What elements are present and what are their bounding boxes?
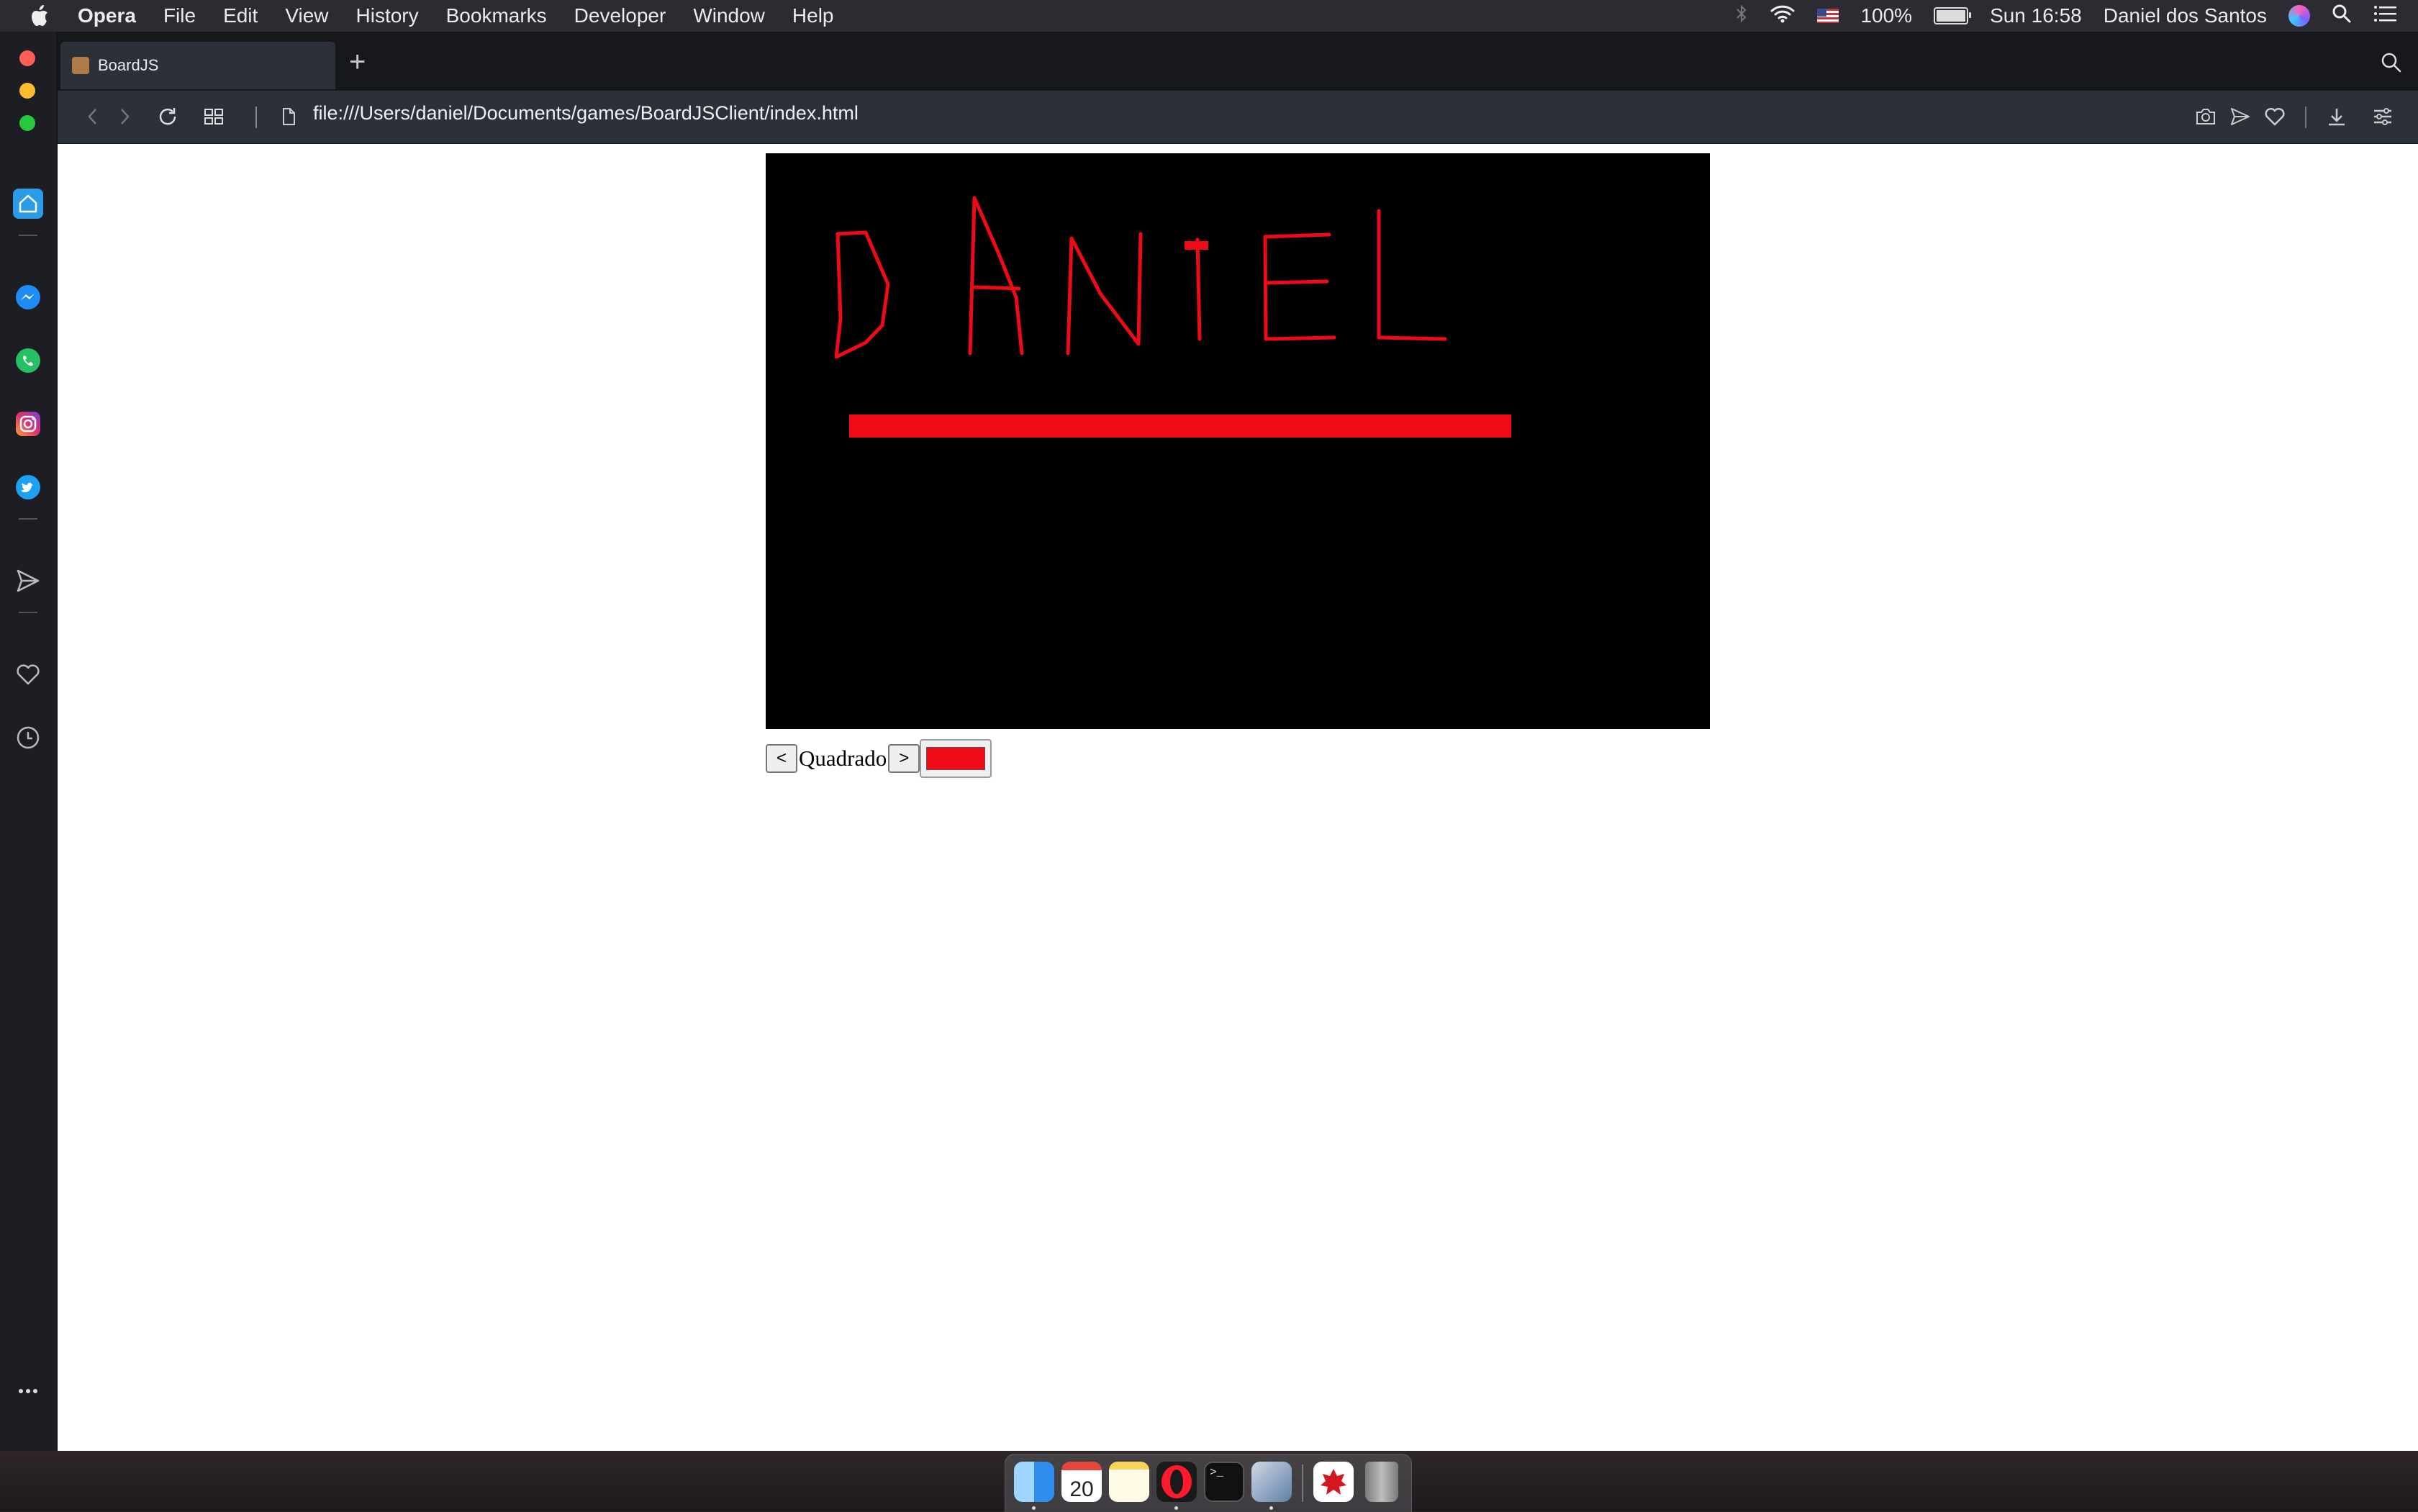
reload-icon[interactable] <box>155 104 180 130</box>
easy-setup-menu-icon[interactable] <box>2371 104 2395 130</box>
bookmark-heart-icon[interactable] <box>2263 104 2287 130</box>
xcode-icon[interactable] <box>1251 1462 1292 1502</box>
tab-bar: BoardJS + <box>58 32 2418 91</box>
notification-center-icon[interactable] <box>2373 4 2396 28</box>
drawing-controls: < Quadrado > <box>766 739 992 778</box>
prev-shape-button[interactable]: < <box>766 744 797 773</box>
clock[interactable]: Sun 16:58 <box>1990 4 2082 27</box>
more-icon[interactable] <box>13 1376 43 1406</box>
menu-window[interactable]: Window <box>693 4 765 27</box>
tab-boardjs[interactable]: BoardJS <box>60 42 335 89</box>
menu-help[interactable]: Help <box>792 4 834 27</box>
terminal-icon[interactable]: >_ <box>1204 1462 1244 1502</box>
twitter-icon[interactable] <box>13 472 43 502</box>
history-clock-icon[interactable] <box>13 723 43 753</box>
calendar-icon[interactable]: 20 <box>1061 1462 1102 1502</box>
flow-send-icon[interactable] <box>13 566 43 596</box>
dock: 20 >_ <box>1005 1454 1412 1512</box>
sidebar-divider <box>19 235 37 236</box>
handwritten-daniel-drawing <box>834 196 1447 359</box>
home-icon[interactable] <box>13 189 43 219</box>
send-to-flow-icon[interactable] <box>2228 104 2252 130</box>
finder-icon[interactable] <box>1014 1462 1054 1502</box>
minimize-window-button[interactable] <box>19 83 35 99</box>
bluetooth-icon[interactable] <box>1735 4 1748 29</box>
messenger-icon[interactable] <box>13 282 43 312</box>
instagram-icon[interactable] <box>13 409 43 439</box>
menu-bar: Opera File Edit View History Bookmarks D… <box>0 0 2418 32</box>
opera-icon[interactable] <box>1156 1462 1197 1502</box>
opera-sidebar <box>0 32 58 1451</box>
zoom-window-button[interactable] <box>19 115 35 131</box>
tab-search-icon[interactable] <box>2381 52 2402 77</box>
sidebar-divider <box>19 612 37 613</box>
address-bar[interactable]: file:///Users/daniel/Documents/games/Boa… <box>313 102 859 125</box>
snapshot-camera-icon[interactable] <box>2193 104 2218 130</box>
color-picker[interactable] <box>920 739 992 778</box>
shape-label: Quadrado <box>799 746 887 771</box>
tab-title: BoardJS <box>98 56 159 74</box>
siri-icon[interactable] <box>2288 5 2310 27</box>
next-shape-button[interactable]: > <box>888 744 920 773</box>
new-tab-button[interactable]: + <box>349 47 366 76</box>
menu-app-name[interactable]: Opera <box>78 4 136 27</box>
user-name[interactable]: Daniel dos Santos <box>2104 4 2267 27</box>
heart-icon[interactable] <box>13 659 43 689</box>
running-indicator <box>1269 1506 1273 1510</box>
sidebar-divider <box>19 518 37 520</box>
running-indicator <box>1174 1506 1178 1510</box>
menu-bookmarks[interactable]: Bookmarks <box>446 4 547 27</box>
menu-view[interactable]: View <box>285 4 328 27</box>
toolbar-divider <box>255 107 257 128</box>
toolbar-divider <box>2305 107 2306 128</box>
wifi-icon[interactable] <box>1770 4 1796 29</box>
menu-developer[interactable]: Developer <box>574 4 666 27</box>
color-swatch <box>926 747 986 770</box>
menu-file[interactable]: File <box>163 4 196 27</box>
i-dot-rectangle <box>1185 241 1208 250</box>
drawing-canvas[interactable] <box>766 153 1710 729</box>
calendar-day: 20 <box>1069 1477 1094 1501</box>
acrobat-icon[interactable] <box>1313 1462 1354 1502</box>
red-bar-rectangle <box>849 415 1511 438</box>
browser-window: BoardJS + file:///Users/daniel/Documents… <box>0 32 2418 1451</box>
input-source-flag-icon[interactable] <box>1817 9 1839 23</box>
address-toolbar: file:///Users/daniel/Documents/games/Boa… <box>58 91 2418 144</box>
dock-divider <box>1302 1465 1303 1502</box>
menu-history[interactable]: History <box>356 4 419 27</box>
tab-favicon-icon <box>72 57 89 74</box>
trash-icon[interactable] <box>1365 1462 1398 1502</box>
speed-dial-grid-icon[interactable] <box>202 104 226 130</box>
battery-icon[interactable] <box>1934 7 1972 24</box>
page-file-icon[interactable] <box>279 104 298 130</box>
page-content: < Quadrado > <box>58 144 2418 1451</box>
whatsapp-icon[interactable] <box>13 345 43 376</box>
apple-menu-icon[interactable] <box>29 4 50 28</box>
forward-icon[interactable] <box>114 104 135 130</box>
back-icon[interactable] <box>82 104 104 130</box>
notes-icon[interactable] <box>1109 1462 1149 1502</box>
close-window-button[interactable] <box>19 50 35 66</box>
spotlight-search-icon[interactable] <box>2332 4 2352 29</box>
running-indicator <box>1032 1506 1036 1510</box>
battery-percent[interactable]: 100% <box>1860 4 1912 27</box>
downloads-icon[interactable] <box>2324 104 2349 130</box>
menu-edit[interactable]: Edit <box>223 4 258 27</box>
